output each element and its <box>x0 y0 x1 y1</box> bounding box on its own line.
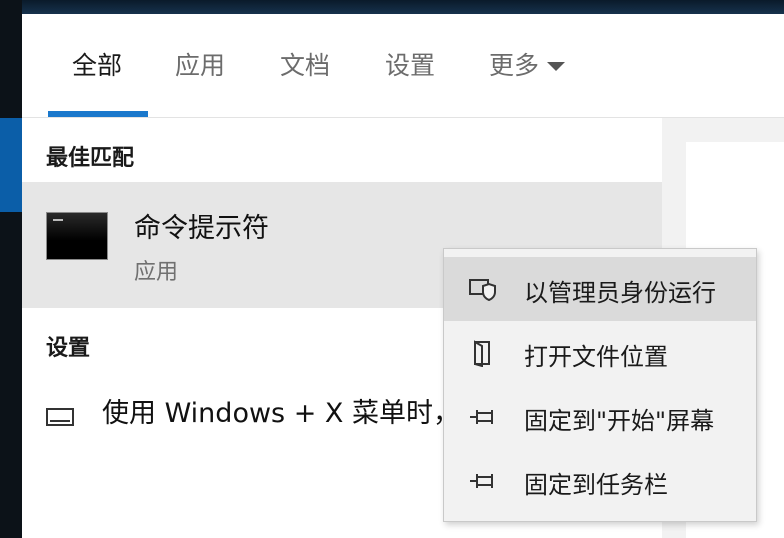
taskbar-settings-icon <box>46 408 74 426</box>
result-name: 命令提示符 <box>134 213 269 244</box>
shield-icon <box>469 279 496 302</box>
tab-documents[interactable]: 文档 <box>280 46 330 82</box>
context-menu: 以管理员身份运行 打开文件位置 固定到"开始"屏幕 固定到任务栏 <box>443 248 757 522</box>
menu-item-label: 固定到任务栏 <box>524 471 668 499</box>
tab-more-label: 更多 <box>489 51 540 80</box>
pin-icon <box>470 410 493 424</box>
pin-icon <box>470 474 493 488</box>
menu-item-pin-to-start[interactable]: 固定到"开始"屏幕 <box>444 385 756 449</box>
tab-apps[interactable]: 应用 <box>175 46 225 82</box>
active-tab-indicator <box>48 111 148 117</box>
search-tabs: 全部 应用 文档 设置 更多 <box>22 14 784 118</box>
search-window: 全部 应用 文档 设置 更多 最佳匹配 命令提示符 应用 设置 使用 Windo… <box>0 0 784 538</box>
menu-item-run-as-admin[interactable]: 以管理员身份运行 <box>444 257 756 321</box>
desktop-accent-band <box>0 118 22 212</box>
command-prompt-icon <box>46 212 108 260</box>
menu-item-label: 以管理员身份运行 <box>524 279 716 307</box>
tab-all[interactable]: 全部 <box>72 46 122 82</box>
tab-settings[interactable]: 设置 <box>385 46 435 82</box>
result-type: 应用 <box>134 260 179 285</box>
file-location-icon <box>474 340 490 367</box>
menu-item-label: 打开文件位置 <box>524 343 668 371</box>
menu-item-open-file-location[interactable]: 打开文件位置 <box>444 321 756 385</box>
best-match-heading: 最佳匹配 <box>46 146 135 171</box>
chevron-down-icon <box>547 61 566 71</box>
desktop-background-top <box>0 0 784 14</box>
menu-item-pin-to-taskbar[interactable]: 固定到任务栏 <box>444 449 756 513</box>
desktop-background-left <box>0 0 22 538</box>
settings-heading: 设置 <box>46 336 91 361</box>
menu-item-label: 固定到"开始"屏幕 <box>524 407 715 435</box>
tab-more[interactable]: 更多 <box>489 46 566 82</box>
